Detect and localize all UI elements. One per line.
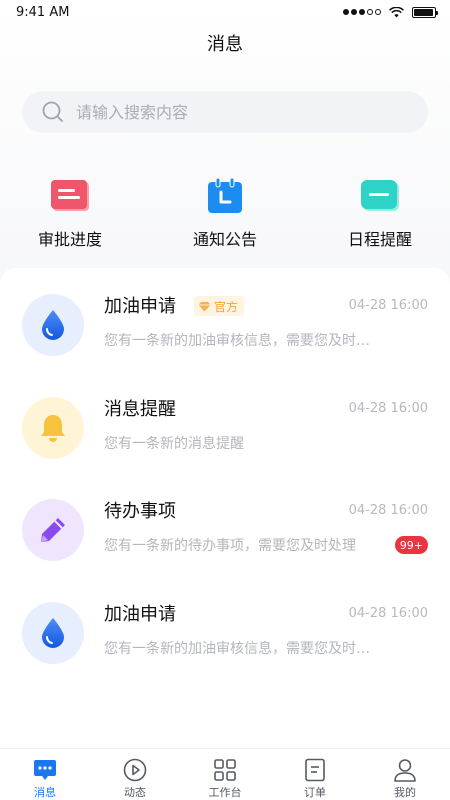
- bottom-tab-bar: 消息 动态 工作台 订单 我的: [0, 748, 450, 800]
- bell-icon: [22, 397, 84, 459]
- tab-label: 动态: [124, 786, 146, 799]
- grid-icon: [212, 757, 238, 782]
- message-preview: 您有一条新的消息提醒: [104, 436, 244, 452]
- message-title: 加油申请: [104, 604, 176, 625]
- tab-profile[interactable]: 我的: [360, 749, 450, 800]
- battery-icon: [412, 6, 438, 18]
- cellular-signal-icon: [343, 9, 381, 15]
- unread-count-badge: 99+: [394, 536, 428, 554]
- drop-icon: [22, 602, 84, 664]
- drop-icon: [22, 294, 84, 356]
- message-time: 04-28 16:00: [348, 606, 428, 621]
- status-indicators: [343, 6, 438, 18]
- tab-label: 工作台: [208, 786, 242, 799]
- reminder-icon: [360, 176, 400, 216]
- quick-action-label: 日程提醒: [347, 230, 412, 249]
- wifi-icon: [389, 6, 404, 17]
- tab-label: 订单: [304, 786, 326, 799]
- message-list: 加油申请 官方 04-28 16:00 您有一条新的加油审核信息，需要您及时处理…: [0, 268, 450, 748]
- message-time: 04-28 16:00: [348, 298, 428, 313]
- search-bar[interactable]: [22, 91, 428, 133]
- tab-label: 消息: [34, 786, 56, 799]
- tab-workbench[interactable]: 工作台: [180, 749, 270, 800]
- message-title: 待办事项: [104, 501, 176, 522]
- approval-icon: [50, 176, 90, 216]
- tab-label: 我的: [394, 786, 416, 799]
- quick-action-label: 审批进度: [37, 230, 102, 249]
- message-item-fuel-application-2[interactable]: 加油申请 04-28 16:00 您有一条新的加油审核信息，需要您及时处理: [0, 602, 450, 704]
- pen-icon: [22, 499, 84, 561]
- message-title: 消息提醒: [104, 399, 176, 420]
- message-preview: 您有一条新的加油审核信息，需要您及时处理: [104, 641, 376, 657]
- official-badge-label: 官方: [214, 299, 239, 314]
- status-time: 9:41 AM: [16, 4, 70, 20]
- status-bar: 9:41 AM: [0, 0, 450, 24]
- message-preview: 您有一条新的加油审核信息，需要您及时处理: [104, 333, 376, 349]
- search-input[interactable]: [76, 102, 396, 122]
- message-item-fuel-application[interactable]: 加油申请 官方 04-28 16:00 您有一条新的加油审核信息，需要您及时处理: [0, 294, 450, 396]
- official-badge: 官方: [194, 296, 245, 316]
- message-item-todo[interactable]: 待办事项 04-28 16:00 您有一条新的待办事项，需要您及时处理 99+: [0, 499, 450, 601]
- quick-actions: 审批进度 通知公告 日程提醒: [0, 176, 450, 250]
- play-icon: [122, 757, 148, 782]
- message-title: 加油申请: [104, 296, 176, 317]
- diamond-icon: [198, 301, 211, 311]
- tab-orders[interactable]: 订单: [270, 749, 360, 800]
- quick-action-approval[interactable]: 审批进度: [0, 176, 150, 250]
- tab-feed[interactable]: 动态: [90, 749, 180, 800]
- message-preview: 您有一条新的待办事项，需要您及时处理: [104, 538, 356, 554]
- quick-action-notice[interactable]: 通知公告: [150, 176, 300, 250]
- quick-action-reminder[interactable]: 日程提醒: [300, 176, 450, 250]
- message-item-notice-reminder[interactable]: 消息提醒 04-28 16:00 您有一条新的消息提醒: [0, 397, 450, 499]
- user-icon: [392, 757, 418, 782]
- order-icon: [302, 757, 328, 782]
- message-time: 04-28 16:00: [348, 401, 428, 416]
- quick-action-label: 通知公告: [192, 230, 257, 249]
- calendar-icon: [205, 176, 245, 216]
- message-time: 04-28 16:00: [348, 503, 428, 518]
- battery-level: [414, 8, 433, 16]
- tab-messages[interactable]: 消息: [0, 749, 90, 800]
- search-icon: [42, 101, 63, 122]
- page-title: 消息: [207, 34, 243, 55]
- message-icon: [32, 757, 58, 782]
